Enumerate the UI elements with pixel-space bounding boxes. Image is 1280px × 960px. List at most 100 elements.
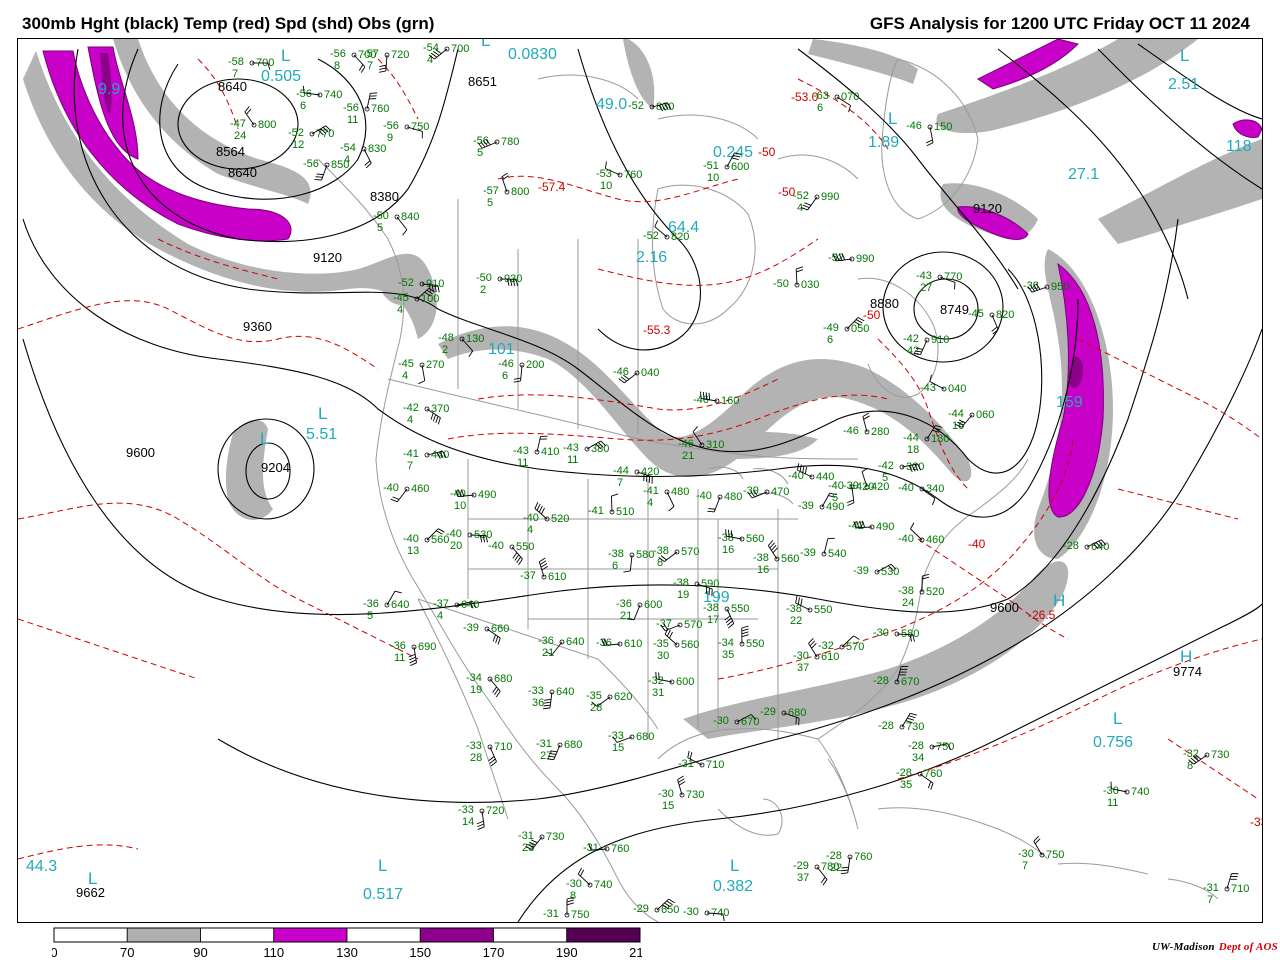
station-obs: -52 77012 [288,125,334,151]
wind-barb-flag [668,898,675,904]
station-temp: -41 [403,448,419,460]
station-temp: -39 [798,500,814,512]
station-obs: -39 470 [743,485,789,499]
station-height: 740 [594,879,612,891]
station-height: 640 [556,686,574,698]
wind-barb-flag [494,688,499,696]
station-height: 620 [614,691,632,703]
station-height: 680 [494,673,512,685]
station-height: 420 [856,481,874,493]
station-height: 760 [624,169,642,181]
station-dewpoint: 19 [677,589,689,601]
pressure-center-marker: L [888,109,897,128]
station-obs: -54 7004 [423,42,469,66]
station-height: 760 [611,843,629,855]
station-dewpoint: 8 [1187,760,1193,772]
station-dewpoint: 6 [502,370,508,382]
wind-barb-staff [767,545,778,560]
colorbar-tick: 150 [409,945,431,958]
station-obs: -42 3205 [878,460,924,484]
station-height: 480 [671,486,689,498]
wind-barb-flag [804,202,812,206]
wind-barb-flag [796,266,803,270]
station-dewpoint: 5 [477,147,483,159]
wind-barb-flag [577,867,582,875]
station-height: 670 [901,676,919,688]
wind-barb-flag [544,698,552,701]
height-label: 8640 [218,79,247,94]
colorbar-tick: 0 [52,945,58,958]
station-height: 910 [931,334,949,346]
station-temp: -30 [566,878,582,890]
station-obs: -33 640 36 [528,685,574,710]
station-temp: -52 [398,277,414,289]
wind-barb-flag [820,876,826,884]
station-obs: -57 720 7 [363,48,409,73]
caribbean-outline [1057,862,1219,900]
speed-center-label: 5.51 [306,426,337,443]
station-temp: -29 [793,860,809,872]
station-obs: -52 990 [828,252,874,265]
wind-barb-staff [713,496,721,513]
wind-barb-flag [477,826,485,830]
station-obs: -56 7805 [473,135,519,159]
wind-barb-flag [802,204,810,209]
station-dewpoint: 2 [442,344,448,356]
station-temp: -35 [653,638,669,650]
station-dewpoint: 7 [1207,894,1213,906]
station-obs: -30 74011 [1103,781,1149,809]
station-temp: -54 [340,142,356,154]
speed-center-label: 101 [488,341,515,358]
wind-barb-staff [807,196,818,211]
us-states [467,459,798,739]
wind-barb-flag [512,552,518,559]
station-dewpoint: 13 [407,545,419,557]
wind-barb-flag [501,172,508,178]
speed-center-label: 49.0 [596,96,627,113]
station-obs: -40 480 [696,490,742,513]
station-height: 730 [1211,749,1229,761]
station-temp: -46 [613,366,629,378]
wind-barb-flag [513,380,521,383]
station-temp: -37 [433,598,449,610]
colorbar-segment [273,927,348,943]
station-obs: -46 040 [613,366,659,384]
station-temp: -56 [330,48,346,60]
station-dewpoint: 22 [830,862,842,874]
station-temp: -43 [563,442,579,454]
station-obs: -30 730 15 [658,775,704,812]
wind-barb-staff [501,176,508,193]
station-height: 990 [856,253,874,265]
pressure-center-marker: L [378,856,387,875]
station-height: 510 [616,506,634,518]
station-temp: -38 [608,548,624,560]
wind-barb-flag [953,282,956,290]
temp-center-label: -55.3 [643,323,671,337]
station-height: 750 [571,909,589,921]
station-height: 490 [478,489,496,501]
station-dewpoint: 5 [882,472,888,484]
station-height: 340 [926,483,944,495]
station-height: 520 [926,586,944,598]
station-temp: -30 [683,906,699,918]
map-title: 300mb Hght (black) Temp (red) Spd (shd) … [22,14,435,33]
wind-barb-flag [741,628,749,632]
station-obs: -39 530 [853,563,899,578]
station-height: 610 [821,651,839,663]
station-dewpoint: 6 [827,334,833,346]
station-obs: -28 640 [1063,539,1109,553]
station-obs: -28 730 [878,712,924,733]
station-height: 460 [411,483,429,495]
pressure-center-marker: L [260,429,269,448]
wind-barb-flag [926,139,933,144]
station-dewpoint: 7 [407,460,413,472]
station-obs: -29 650 [633,898,679,916]
height-label: 9600 [990,600,1019,615]
station-obs: -40 550 [488,540,534,566]
station-dewpoint: 11 [1107,797,1118,809]
station-temp: -40 [403,533,419,545]
station-obs: -31 68027 [536,738,582,762]
pressure-center-marker: L [88,869,97,888]
station-dewpoint: 24 [234,130,246,142]
station-height: 820 [671,231,689,243]
